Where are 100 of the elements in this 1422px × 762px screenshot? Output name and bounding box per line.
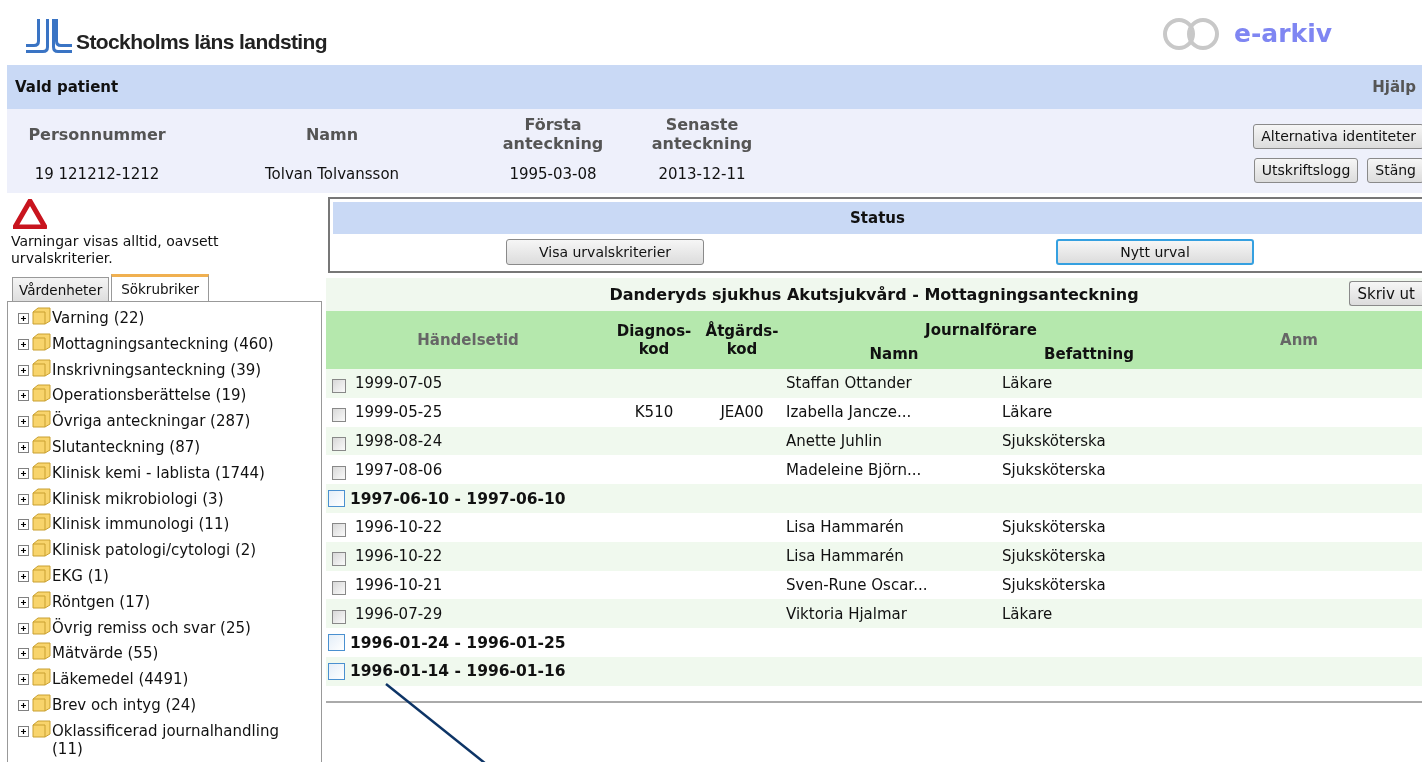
tree-item[interactable]: Röntgen (17) [52, 590, 151, 611]
tree-item[interactable]: Brev och intyg (24) [52, 693, 197, 714]
expand-icon[interactable] [18, 648, 29, 660]
author-name: Madeleine Björn... [786, 460, 922, 479]
tree-item[interactable]: Mätvärde (55) [52, 642, 159, 663]
expand-icon[interactable] [18, 596, 29, 608]
checkbox[interactable] [332, 437, 346, 451]
author-role: Läkare [1002, 374, 1053, 393]
checkbox[interactable] [328, 490, 345, 508]
folder-icon [32, 332, 52, 351]
folder-icon [32, 436, 52, 454]
checkbox[interactable] [332, 580, 346, 595]
field-value: 1995-03-08 [509, 165, 597, 183]
date-range: 1996-01-14 - 1996-01-16 [350, 662, 566, 681]
folder-icon [32, 384, 52, 403]
field-value: Tolvan Tolvansson [264, 165, 400, 183]
event-date: 1996-07-29 [355, 604, 443, 623]
tree-item[interactable]: Klinisk kemi - lablista (1744) [52, 461, 265, 482]
date-range: 1996-01-24 - 1996-01-25 [350, 633, 566, 652]
column-header: Befattning [1044, 345, 1134, 363]
expand-icon[interactable] [18, 493, 29, 505]
author-role: Läkare [1002, 604, 1053, 623]
column-header: Namn [305, 123, 359, 144]
folder-icon [32, 616, 52, 635]
checkbox[interactable] [332, 609, 346, 624]
folder-icon [32, 590, 52, 609]
author-role: Läkare [1002, 403, 1053, 422]
tree-item[interactable]: Läkemedel (4491) [52, 668, 189, 689]
tree-item[interactable]: Klinisk patologi/cytologi (2) [52, 539, 257, 560]
folder-icon [32, 539, 52, 558]
column-header: Senaste anteckning [650, 114, 754, 153]
expand-icon[interactable] [18, 545, 29, 557]
section-title: Vald patient [15, 78, 119, 96]
folder-icon [32, 513, 52, 532]
expand-icon[interactable] [18, 313, 29, 324]
checkbox[interactable] [332, 408, 346, 423]
expand-icon[interactable] [18, 674, 29, 686]
event-date: 1996-10-21 [355, 575, 443, 594]
tree-item[interactable]: Övrig remiss och svar (25) [52, 616, 251, 637]
checkbox[interactable] [332, 552, 346, 567]
tree-item[interactable]: Varning (22) [52, 307, 145, 327]
field-value: 2013-12-11 [658, 165, 746, 183]
column-header: Journalförare [925, 321, 1037, 339]
checkbox[interactable] [332, 465, 346, 480]
checkbox[interactable] [328, 662, 345, 680]
expand-icon[interactable] [18, 519, 29, 531]
tree-item[interactable]: Inskrivningsanteckning (39) [52, 358, 262, 379]
checkbox[interactable] [332, 523, 346, 538]
expand-icon[interactable] [18, 442, 29, 453]
tree-item[interactable]: Mottagningsanteckning (460) [52, 332, 274, 353]
author-role: Sjuksköterska [1002, 575, 1106, 594]
action-button[interactable]: Utskriftslogg [1253, 157, 1359, 183]
field-value: 19 121212-1212 [34, 165, 160, 183]
result-title: Danderyds sjukhus Akutsjukvård - Mottagningsanteckning [609, 285, 1139, 304]
event-date: 1997-08-06 [355, 460, 443, 479]
folder-icon [32, 461, 52, 480]
checkbox[interactable] [332, 379, 346, 394]
tree-item[interactable]: Klinisk immunologi (11) [52, 513, 230, 534]
event-date: 1999-07-05 [355, 374, 443, 393]
column-header: Anm [1280, 331, 1318, 349]
author-role: Sjuksköterska [1002, 460, 1106, 479]
action-button[interactable]: Visa urvalskriterier [506, 239, 704, 265]
status-title: Status [850, 209, 905, 227]
event-date: 1996-10-22 [355, 547, 443, 566]
tree-item[interactable]: EKG (1) [52, 564, 109, 585]
expand-icon[interactable] [18, 467, 29, 479]
column-header: Första anteckning [501, 114, 605, 153]
tree-item[interactable]: Klinisk mikrobiologi (3) [52, 487, 224, 508]
column-header: Namn [869, 345, 919, 363]
expand-icon[interactable] [18, 390, 29, 402]
tree-item[interactable]: Oklassificerad journalhandling (11) [52, 719, 307, 758]
tree-item[interactable]: Operationsberättelse (19) [52, 384, 247, 405]
tab[interactable]: Sökrubriker [111, 274, 210, 301]
warning-icon [13, 199, 47, 229]
expand-icon[interactable] [18, 622, 29, 634]
expand-icon[interactable] [18, 416, 29, 428]
help-link[interactable]: Hjälp [1372, 78, 1416, 96]
expand-icon[interactable] [18, 699, 29, 711]
folder-icon [32, 642, 52, 661]
tree-item[interactable]: Övriga anteckningar (287) [52, 410, 251, 431]
action-button[interactable]: Alternativa identiteter [1253, 123, 1422, 149]
column-header: Personnummer [28, 123, 166, 144]
tab[interactable]: Vårdenheter [12, 277, 110, 301]
folder-icon [32, 693, 52, 712]
column-header: Åtgärds-kod [704, 322, 780, 358]
author-role: Sjuksköterska [1002, 518, 1106, 537]
action-button[interactable]: Nytt urval [1056, 239, 1254, 265]
folder-icon [32, 564, 52, 583]
expand-icon[interactable] [18, 570, 29, 582]
procedure-code: JEA00 [720, 403, 764, 422]
print-button[interactable]: Skriv ut [1349, 281, 1422, 306]
author-name: Lisa Hammarén [786, 518, 904, 537]
action-button[interactable]: Stäng [1367, 157, 1422, 183]
event-date: 1996-10-22 [355, 518, 443, 537]
author-role: Sjuksköterska [1002, 547, 1106, 566]
tree-item[interactable]: Slutanteckning (87) [52, 436, 201, 456]
expand-icon[interactable] [18, 364, 29, 376]
checkbox[interactable] [328, 634, 345, 652]
expand-icon[interactable] [18, 725, 29, 737]
expand-icon[interactable] [18, 338, 29, 350]
